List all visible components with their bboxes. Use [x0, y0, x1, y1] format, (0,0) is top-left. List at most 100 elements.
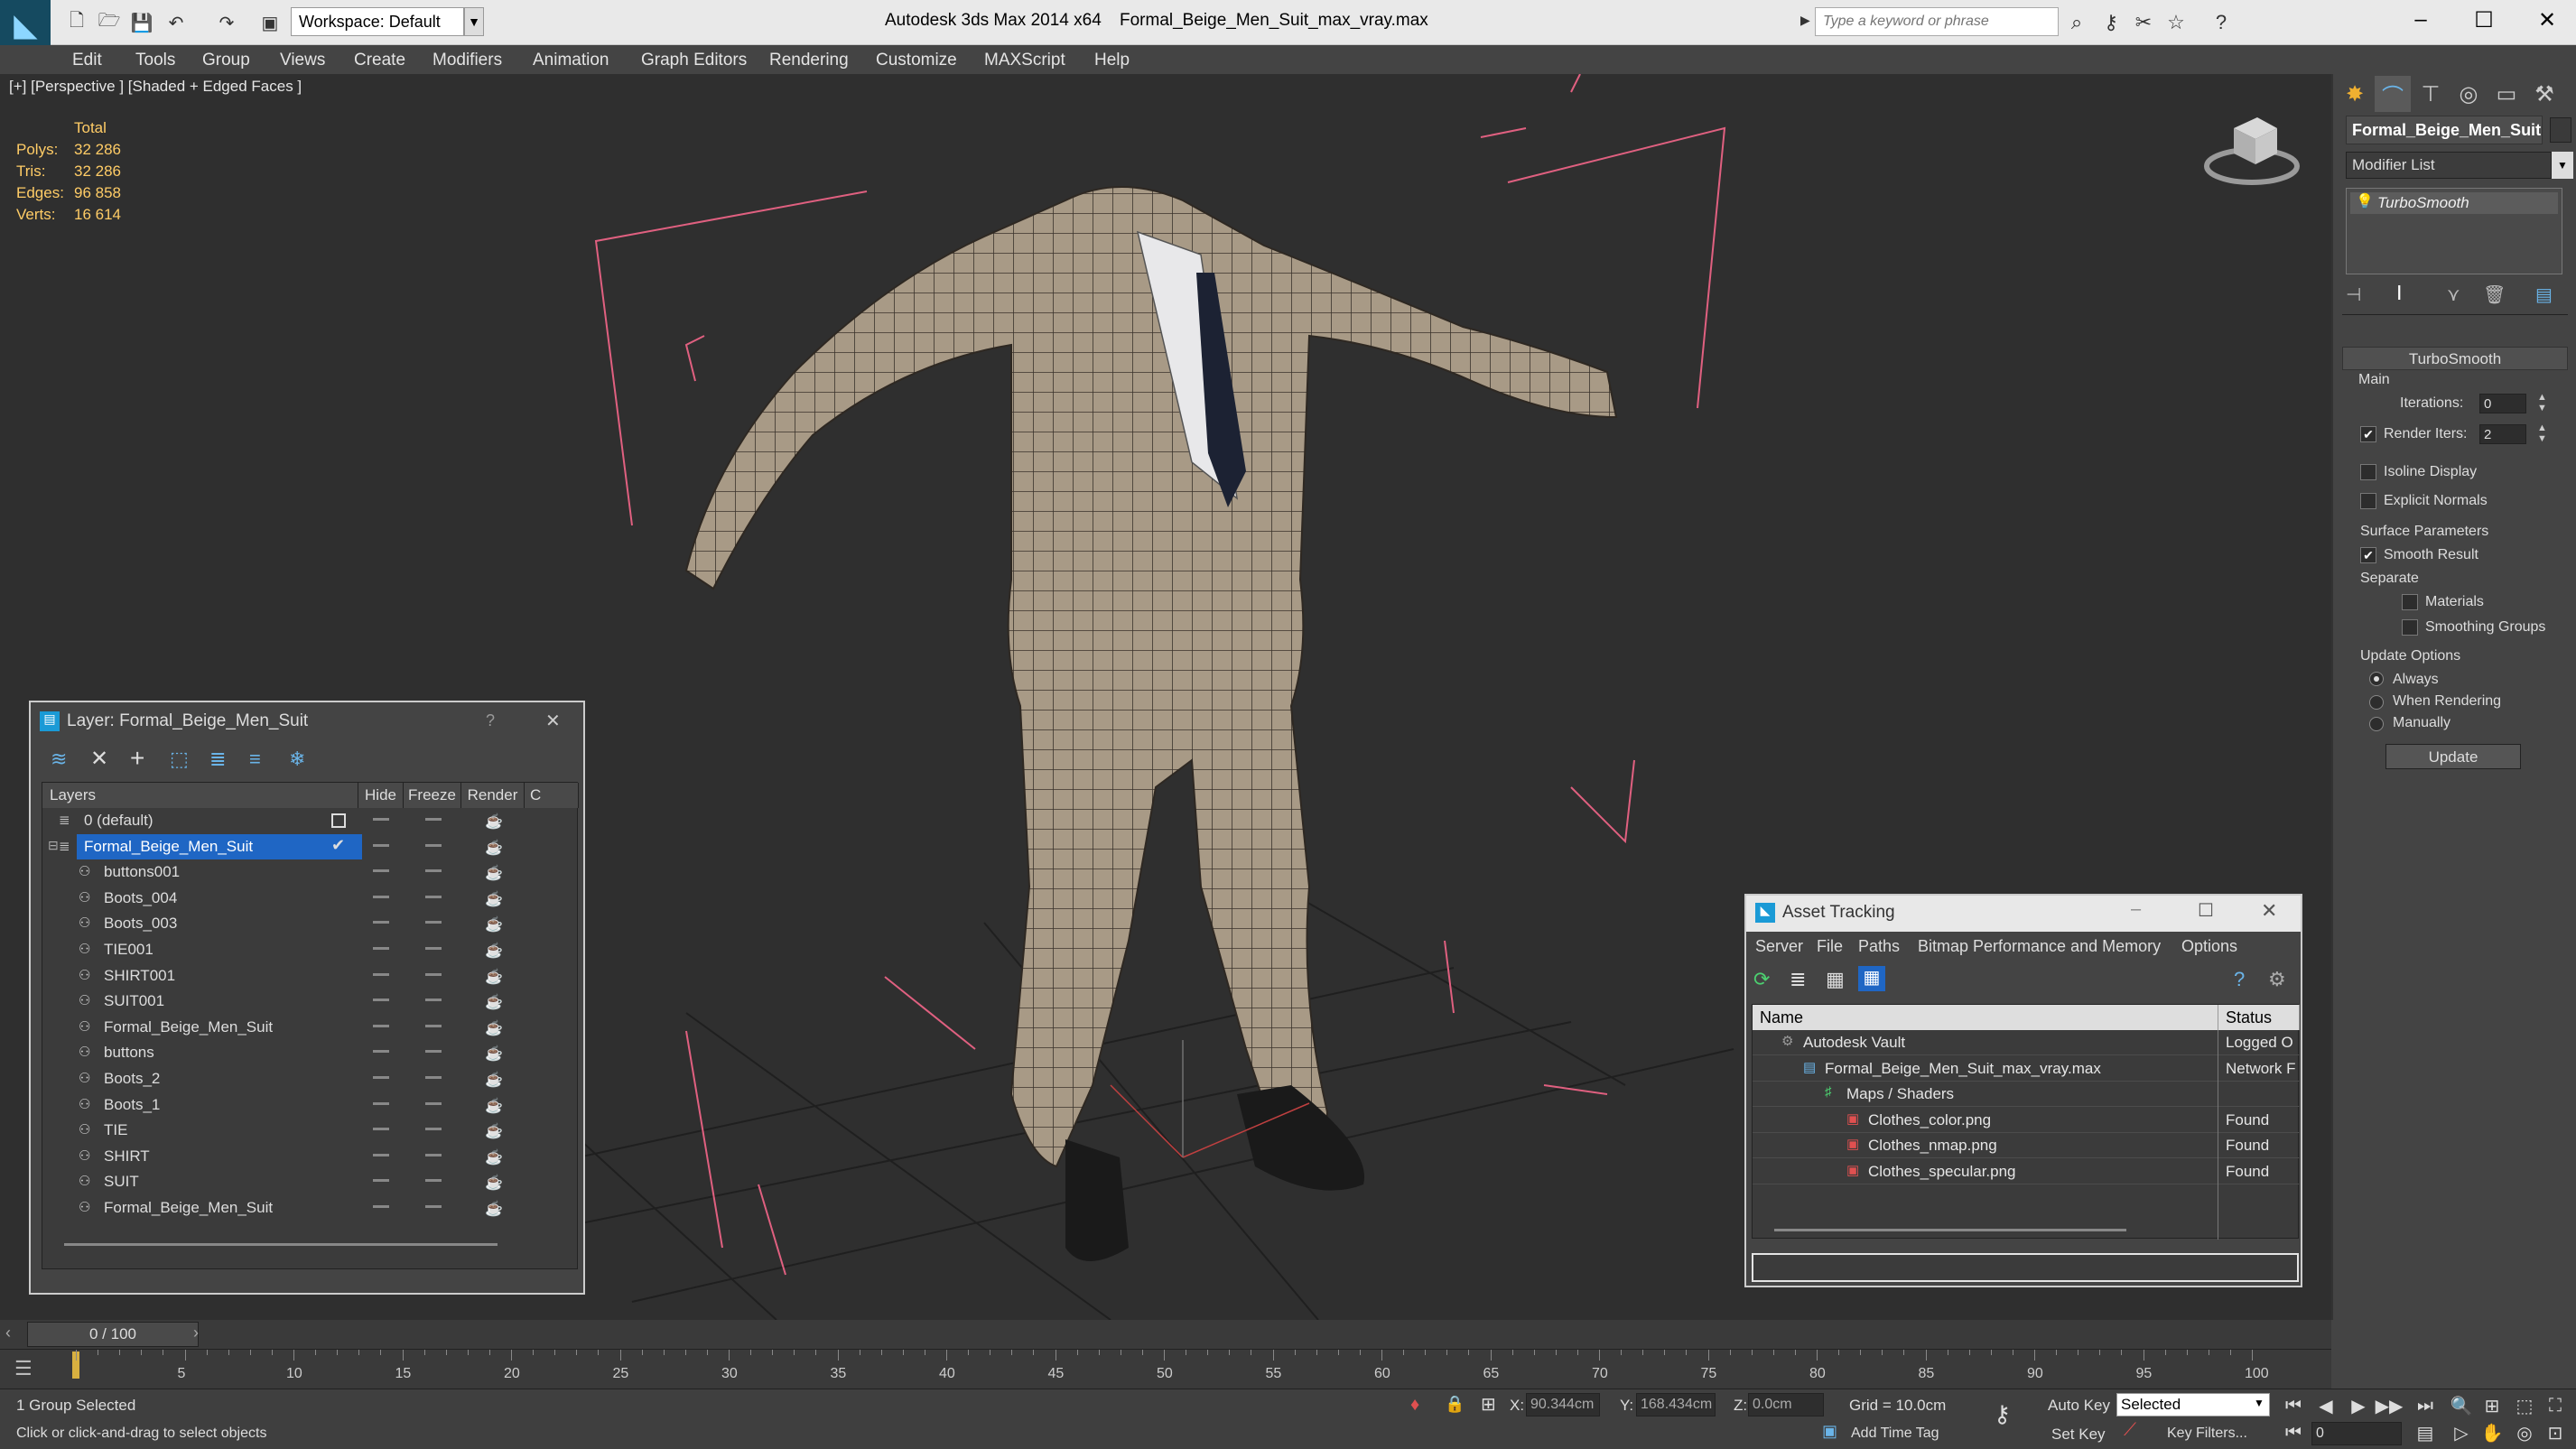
search-input[interactable] [1815, 7, 2059, 36]
layer-row[interactable]: ⚇ Boots_1 ☕ [42, 1092, 579, 1118]
freeze-toggle[interactable] [425, 1205, 442, 1208]
freeze-toggle[interactable] [425, 947, 442, 950]
asset-name[interactable]: Clothes_color.png [1868, 1111, 1991, 1129]
when-rendering-radio[interactable] [2369, 695, 2384, 710]
thumbnail-view-icon[interactable]: ▦ [1826, 968, 1845, 991]
viewcube-icon[interactable] [2204, 117, 2300, 185]
minimize-icon[interactable]: – [2131, 899, 2141, 920]
show-end-result-icon[interactable]: Ⅰ [2396, 282, 2403, 305]
column-hide[interactable]: Hide [358, 783, 404, 808]
menu-graph-editors[interactable]: Graph Editors [641, 51, 747, 70]
render-teapot-icon[interactable]: ☕ [485, 1174, 503, 1192]
menu-maxscript[interactable]: MAXScript [984, 51, 1065, 70]
chevron-down-icon[interactable]: ▼ [2552, 152, 2573, 179]
hide-toggle[interactable] [373, 1153, 389, 1156]
hide-toggle[interactable] [373, 895, 389, 898]
column-c[interactable]: C [525, 783, 579, 808]
layer-dialog-title[interactable]: Layer: Formal_Beige_Men_Suit [31, 702, 583, 742]
maximize-button[interactable]: ☐ [2452, 0, 2516, 40]
column-render[interactable]: Render [461, 783, 525, 808]
stack-item-turbosmooth[interactable]: TurboSmooth [2350, 192, 2558, 214]
turbosmooth-rollout-header[interactable]: TurboSmooth [2342, 347, 2568, 370]
new-layer-icon[interactable]: ≋ [51, 748, 67, 771]
menu-options[interactable]: Options [2181, 937, 2237, 956]
layer-name[interactable]: Boots_004 [97, 886, 362, 911]
hide-toggle[interactable] [373, 1076, 389, 1079]
layer-row[interactable]: ⚇ buttons ☕ [42, 1040, 579, 1065]
render-teapot-icon[interactable]: ☕ [485, 890, 503, 908]
hide-toggle[interactable] [373, 1179, 389, 1183]
modify-tab-icon[interactable]: ⌒ [2375, 76, 2411, 112]
x-coordinate-field[interactable]: 90.344cm [1526, 1393, 1600, 1416]
utilities-tab-icon[interactable]: ⚒ [2526, 76, 2562, 112]
hierarchy-tab-icon[interactable]: ⊤ [2413, 76, 2449, 112]
menu-rendering[interactable]: Rendering [769, 51, 849, 70]
menu-tools[interactable]: Tools [135, 51, 175, 70]
materials-checkbox[interactable] [2402, 594, 2418, 610]
layer-row[interactable]: ⚇ SHIRT ☕ [42, 1144, 579, 1169]
current-frame-field[interactable]: 0 [2311, 1422, 2402, 1445]
freeze-toggle[interactable] [425, 895, 442, 898]
freeze-toggle[interactable] [425, 1153, 442, 1156]
freeze-toggle[interactable] [425, 869, 442, 873]
object-name-field[interactable]: Formal_Beige_Men_Suit [2346, 116, 2543, 144]
remove-modifier-icon[interactable]: 🗑 [2483, 283, 2506, 306]
pin-stack-icon[interactable]: ⊣ [2346, 283, 2361, 306]
create-tab-icon[interactable]: ✸ [2337, 76, 2373, 112]
display-tab-icon[interactable]: ▭ [2488, 76, 2525, 112]
spinner-arrows-icon[interactable]: ▲ ▼ [2537, 423, 2547, 444]
spinner-arrows-icon[interactable]: ▲ ▼ [2537, 392, 2547, 413]
open-file-icon[interactable]: 🗁 [96, 9, 123, 36]
layer-row[interactable]: ⚇ Formal_Beige_Men_Suit ☕ [42, 1015, 579, 1040]
freeze-toggle[interactable] [425, 1076, 442, 1079]
render-teapot-icon[interactable]: ☕ [485, 968, 503, 986]
layer-name[interactable]: SUIT001 [97, 989, 362, 1014]
freeze-toggle[interactable] [425, 921, 442, 924]
layer-name[interactable]: Formal_Beige_Men_Suit [97, 1195, 362, 1221]
close-icon[interactable]: ✕ [2261, 899, 2277, 923]
previous-frame-icon[interactable]: ◀ [2311, 1393, 2340, 1418]
add-to-layer-icon[interactable]: + [130, 744, 144, 773]
auto-key-button[interactable]: Auto Key [2048, 1397, 2110, 1415]
refresh-icon[interactable]: ⟳ [1753, 968, 1770, 991]
delete-layer-icon[interactable]: ✕ [90, 746, 108, 772]
binoculars-icon[interactable]: ⌕ [2062, 9, 2091, 36]
layer-row[interactable]: ⚇ Boots_004 ☕ [42, 886, 579, 911]
z-coordinate-field[interactable]: 0.0cm [1748, 1393, 1824, 1416]
modifier-list-dropdown[interactable]: Modifier List [2346, 152, 2552, 179]
layer-name[interactable]: 0 (default) [77, 808, 362, 833]
maximize-toggle-icon[interactable]: ⊡ [2541, 1420, 2570, 1445]
object-color-swatch[interactable] [2550, 117, 2571, 143]
menu-edit[interactable]: Edit [72, 51, 102, 70]
always-radio[interactable] [2369, 672, 2384, 686]
hide-toggle[interactable] [373, 1128, 389, 1131]
isolate-icon[interactable]: ♦ [1410, 1395, 1419, 1416]
chevron-down-icon[interactable]: ▼ [2254, 1397, 2264, 1409]
configure-sets-icon[interactable]: ▤ [2535, 283, 2553, 306]
freeze-toggle[interactable] [425, 1050, 442, 1054]
layer-row[interactable]: ⚇ TIE001 ☕ [42, 937, 579, 962]
layer-row[interactable]: ≣ 0 (default) ☕ [42, 808, 579, 833]
hide-toggle[interactable] [373, 843, 389, 847]
layer-row[interactable]: ⚇ SUIT001 ☕ [42, 989, 579, 1014]
asset-name[interactable]: Formal_Beige_Men_Suit_max_vray.max [1825, 1060, 2101, 1078]
layer-name[interactable]: SUIT [97, 1169, 362, 1194]
current-layer-checkbox[interactable] [331, 813, 346, 828]
freeze-toggle[interactable] [425, 972, 442, 976]
hide-toggle[interactable] [373, 1101, 389, 1105]
menu-modifiers[interactable]: Modifiers [432, 51, 502, 70]
set-keys-key-icon[interactable]: ⚷ [1994, 1400, 2011, 1428]
chevron-down-icon[interactable]: ▼ [464, 7, 484, 36]
next-frame-icon[interactable]: ▶▶ [2375, 1393, 2404, 1418]
column-freeze[interactable]: Freeze [404, 783, 461, 808]
layer-name[interactable]: buttons [97, 1040, 362, 1065]
asset-name[interactable]: Clothes_specular.png [1868, 1163, 2016, 1181]
select-objects-icon[interactable]: ⬚ [170, 748, 189, 771]
y-coordinate-field[interactable]: 168.434cm [1636, 1393, 1716, 1416]
field-of-view-icon[interactable]: ▷ [2447, 1420, 2476, 1445]
freeze-toggle[interactable] [425, 999, 442, 1002]
render-teapot-icon[interactable]: ☕ [485, 1019, 503, 1037]
menu-customize[interactable]: Customize [876, 51, 957, 70]
star-icon[interactable]: ☆ [2162, 9, 2190, 36]
help-icon[interactable]: ? [2207, 9, 2236, 36]
